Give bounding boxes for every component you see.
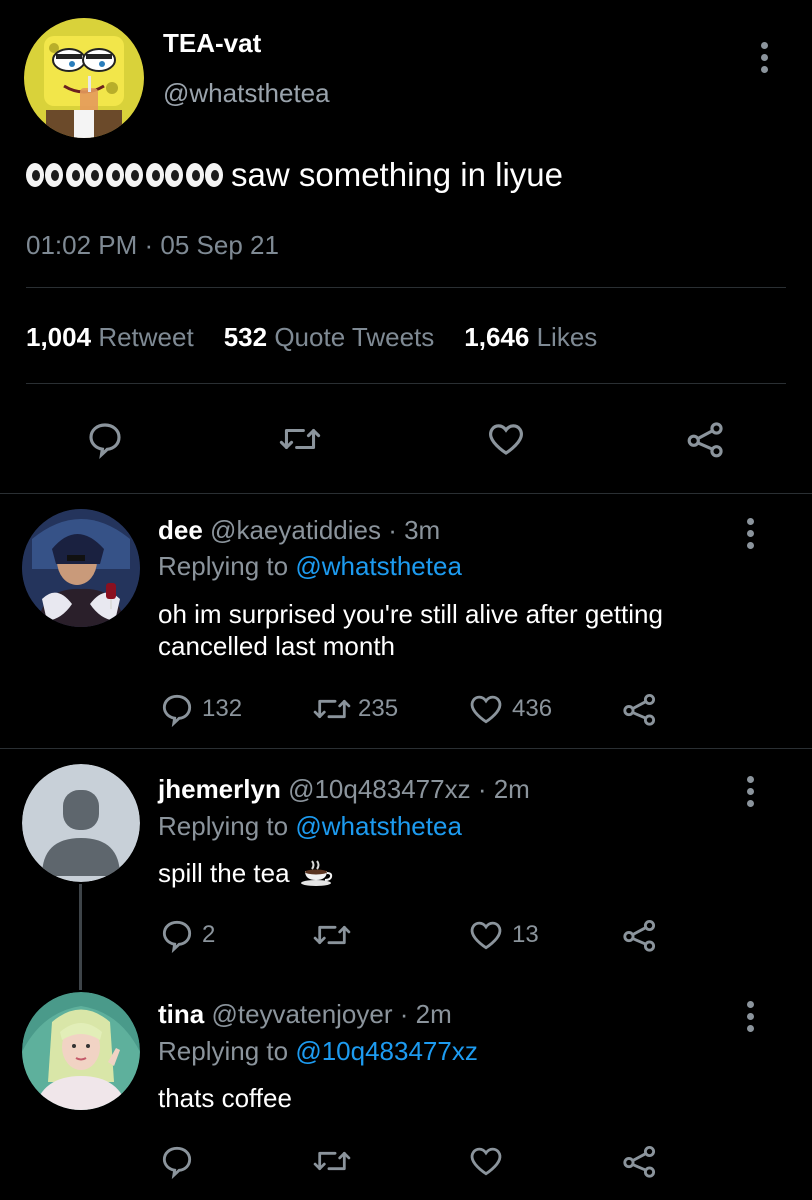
heart-icon bbox=[470, 1147, 502, 1176]
main-tweet-body: saw something in liyue bbox=[231, 156, 563, 193]
share-button[interactable] bbox=[620, 916, 660, 954]
replying-to-link[interactable]: @whatsthetea bbox=[295, 811, 462, 841]
reply-more-options-button[interactable] bbox=[740, 514, 760, 554]
comment-bubble-icon bbox=[162, 694, 192, 728]
replying-to: Replying to @whatsthetea bbox=[158, 551, 462, 582]
engagement-stats: 1,004 Retweet 532 Quote Tweets 1,646 Lik… bbox=[26, 322, 597, 353]
comment-bubble-icon bbox=[89, 423, 121, 460]
reply-text: oh im surprised you're still alive after… bbox=[158, 599, 663, 661]
main-more-options-button[interactable] bbox=[752, 38, 776, 78]
reply-text: thats coffee bbox=[158, 1083, 292, 1113]
share-icon bbox=[623, 919, 656, 952]
like-button[interactable]: 13 bbox=[466, 916, 539, 954]
share-button[interactable] bbox=[620, 690, 660, 728]
reply-header: jhemerlyn @10q483477xz · 2m bbox=[158, 774, 530, 805]
reply-display-name[interactable]: tina bbox=[158, 999, 204, 1029]
retweet-button[interactable]: 235 bbox=[312, 690, 398, 728]
reply-body: spill the tea bbox=[158, 858, 290, 888]
reply-count: 2 bbox=[202, 921, 216, 948]
reply-display-name[interactable]: dee bbox=[158, 515, 203, 545]
share-button[interactable] bbox=[684, 418, 728, 460]
main-display-name[interactable]: TEA-vat bbox=[163, 28, 261, 59]
divider bbox=[0, 748, 812, 749]
reply-header: dee @kaeyatiddies · 3m bbox=[158, 515, 440, 546]
reply-header: tina @teyvatenjoyer · 2m bbox=[158, 999, 452, 1030]
like-button[interactable]: 436 bbox=[466, 690, 552, 728]
divider bbox=[26, 287, 786, 288]
reply-avatar-jhemerlyn[interactable] bbox=[22, 764, 140, 882]
reply-button[interactable] bbox=[84, 418, 126, 460]
replying-to-link[interactable]: @whatsthetea bbox=[295, 551, 462, 581]
reply-more-options-button[interactable] bbox=[740, 772, 760, 812]
heart-icon bbox=[470, 921, 502, 950]
retweet-icon bbox=[313, 1151, 351, 1171]
share-icon bbox=[687, 422, 723, 458]
divider bbox=[26, 383, 786, 384]
reply-count: 132 bbox=[202, 695, 243, 722]
reply-avatar-tina[interactable] bbox=[22, 992, 140, 1110]
eyes-emoji-icon bbox=[26, 163, 223, 187]
share-button[interactable] bbox=[620, 1142, 660, 1180]
comment-bubble-icon bbox=[162, 1146, 192, 1180]
reply-button[interactable] bbox=[158, 1142, 202, 1180]
replying-to-prefix: Replying to bbox=[158, 1036, 289, 1066]
replying-to: Replying to @whatsthetea bbox=[158, 811, 462, 842]
comment-bubble-icon bbox=[162, 920, 192, 954]
retweet-stat[interactable]: 1,004 Retweet bbox=[26, 322, 194, 353]
retweet-icon bbox=[313, 699, 351, 719]
heart-icon bbox=[470, 695, 502, 724]
share-icon bbox=[623, 693, 656, 726]
like-button[interactable] bbox=[484, 418, 528, 460]
retweet-button[interactable] bbox=[312, 916, 358, 954]
replying-to: Replying to @10q483477xz bbox=[158, 1036, 478, 1067]
likes-stat[interactable]: 1,646 Likes bbox=[464, 322, 597, 353]
main-handle[interactable]: @whatsthetea bbox=[163, 78, 330, 109]
main-tweet-text: saw something in liyue bbox=[26, 156, 563, 194]
like-count: 13 bbox=[512, 921, 539, 948]
retweet-icon bbox=[279, 429, 321, 449]
retweet-count: 235 bbox=[358, 695, 399, 722]
share-icon bbox=[623, 1145, 656, 1178]
main-avatar[interactable] bbox=[24, 18, 144, 138]
reply-button[interactable]: 132 bbox=[158, 690, 242, 728]
vertical-dots-icon bbox=[740, 772, 760, 807]
reply-handle-time[interactable]: @kaeyatiddies · 3m bbox=[210, 515, 440, 545]
tweet-thread-screen: TEA-vat @whatsthetea saw something in li… bbox=[0, 0, 812, 1200]
replying-to-link[interactable]: @10q483477xz bbox=[295, 1036, 478, 1066]
reply-button[interactable]: 2 bbox=[158, 916, 215, 954]
vertical-dots-icon bbox=[752, 38, 776, 73]
retweet-button[interactable] bbox=[312, 1142, 358, 1180]
like-button[interactable] bbox=[466, 1142, 512, 1180]
retweet-icon bbox=[313, 925, 351, 945]
thread-connector bbox=[79, 884, 82, 990]
main-timestamp: 01:02 PM · 05 Sep 21 bbox=[26, 230, 279, 260]
replying-to-prefix: Replying to bbox=[158, 811, 289, 841]
divider bbox=[0, 493, 812, 494]
retweet-button[interactable] bbox=[278, 418, 322, 460]
reply-display-name[interactable]: jhemerlyn bbox=[158, 774, 281, 804]
vertical-dots-icon bbox=[740, 997, 760, 1032]
reply-handle-time[interactable]: @teyvatenjoyer · 2m bbox=[211, 999, 451, 1029]
reply-text: spill the tea bbox=[158, 857, 748, 889]
coffee-cup-icon bbox=[300, 860, 332, 886]
reply-avatar-dee[interactable] bbox=[22, 509, 140, 627]
reply-more-options-button[interactable] bbox=[740, 997, 760, 1037]
main-action-bar bbox=[0, 412, 812, 472]
like-count: 436 bbox=[512, 695, 553, 722]
heart-icon bbox=[489, 424, 523, 455]
reply-handle-time[interactable]: @10q483477xz · 2m bbox=[288, 774, 530, 804]
vertical-dots-icon bbox=[740, 514, 760, 549]
replying-to-prefix: Replying to bbox=[158, 551, 289, 581]
quote-tweets-stat[interactable]: 532 Quote Tweets bbox=[224, 322, 435, 353]
